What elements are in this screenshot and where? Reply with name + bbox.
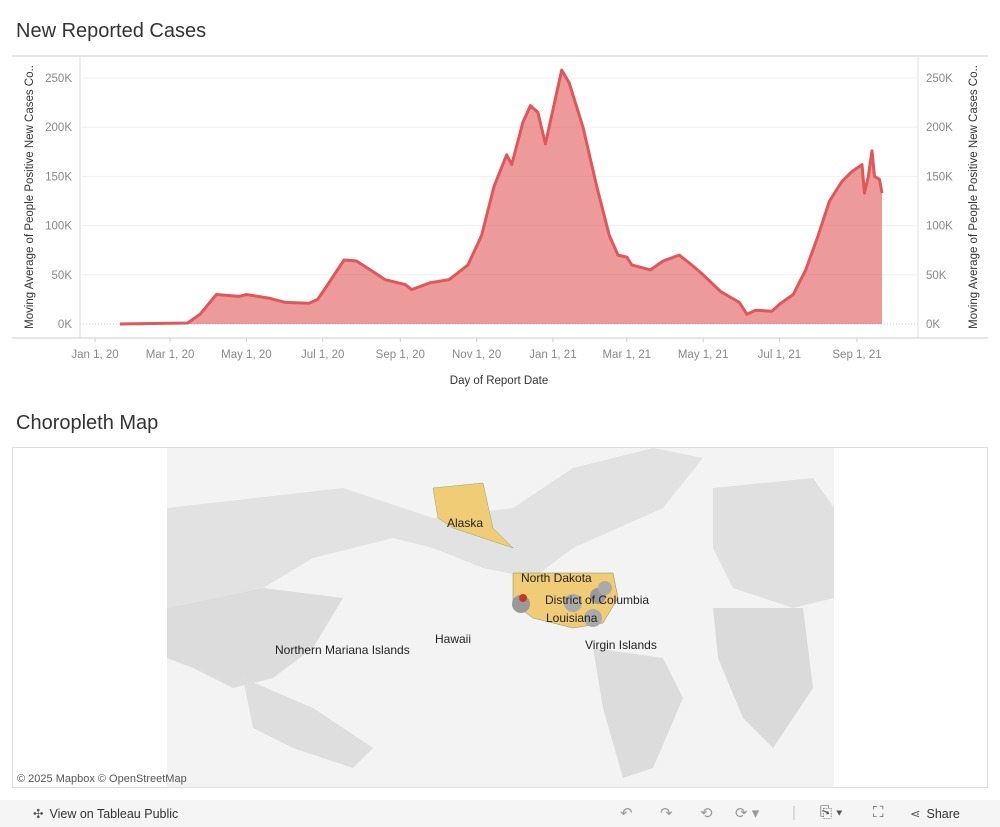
map-label-north-dakota[interactable]: North Dakota bbox=[521, 571, 592, 585]
x-tick-label: Nov 1, 20 bbox=[452, 349, 501, 361]
map-label-district-of-columbia[interactable]: District of Columbia bbox=[545, 593, 649, 607]
x-tick-label: Jul 1, 21 bbox=[758, 349, 801, 361]
revert-icon[interactable]: ⟲ bbox=[700, 804, 713, 822]
y-tick-label-right: 100K bbox=[926, 221, 953, 233]
y-tick-label-right: 0K bbox=[926, 319, 940, 331]
area-fill bbox=[120, 70, 883, 324]
view-on-tableau-label: View on Tableau Public bbox=[49, 806, 179, 821]
x-tick-label: May 1, 21 bbox=[678, 349, 729, 361]
x-tick-label: Jan 1, 20 bbox=[71, 349, 118, 361]
map-label-northern-mariana-islands[interactable]: Northern Mariana Islands bbox=[275, 643, 410, 657]
x-tick-label: Jan 1, 21 bbox=[529, 349, 576, 361]
undo-icon[interactable]: ↶ bbox=[620, 804, 633, 822]
x-tick-label: Jul 1, 20 bbox=[301, 349, 344, 361]
map-title: Choropleth Map bbox=[16, 412, 159, 434]
choropleth-map[interactable]: Alaska North Dakota District of Columbia… bbox=[12, 447, 988, 788]
tableau-logo-icon: ✣ bbox=[33, 807, 44, 821]
y-tick-label-right: 150K bbox=[926, 171, 953, 183]
x-axis-title: Day of Report Date bbox=[450, 375, 548, 387]
toolbar: ✣ View on Tableau Public ↶ ↷ ⟲ ⟳ ▾ | ⎘ ▾… bbox=[0, 800, 1000, 827]
y-tick-label-left: 200K bbox=[45, 122, 72, 134]
y-tick-label-right: 50K bbox=[926, 270, 947, 282]
world-basemap bbox=[167, 448, 834, 787]
map-label-hawaii[interactable]: Hawaii bbox=[435, 632, 471, 646]
fullscreen-icon[interactable]: ⛶ bbox=[873, 804, 884, 821]
share-label: Share bbox=[926, 806, 960, 821]
x-tick-label: Sep 1, 21 bbox=[832, 349, 881, 361]
map-label-virgin-islands[interactable]: Virgin Islands bbox=[585, 638, 657, 652]
y-tick-label-right: 250K bbox=[926, 73, 953, 85]
y-tick-label-left: 50K bbox=[52, 270, 73, 282]
y-tick-label-left: 0K bbox=[58, 319, 72, 331]
map-credit[interactable]: © 2025 Mapbox © OpenStreetMap bbox=[17, 773, 187, 785]
view-on-tableau-button[interactable]: ✣ View on Tableau Public bbox=[33, 806, 179, 822]
y-tick-label-left: 100K bbox=[45, 221, 72, 233]
refresh-icon[interactable]: ⟳ ▾ bbox=[735, 804, 759, 822]
share-icon: ⋖ bbox=[910, 807, 921, 821]
cases-area-chart[interactable]: 0K 0K 50K 50K 100K 100K 150K 150K 200K 200K 250K 25… bbox=[0, 50, 1000, 395]
x-tick-label: Sep 1, 20 bbox=[376, 349, 425, 361]
x-tick-label: Mar 1, 21 bbox=[602, 349, 651, 361]
y-tick-label-right: 200K bbox=[926, 122, 953, 134]
x-tick-label: Mar 1, 20 bbox=[146, 349, 195, 361]
y-axis-title-left: Moving Average of People Positive New Ca… bbox=[24, 65, 36, 329]
redo-icon[interactable]: ↷ bbox=[660, 804, 673, 822]
x-tick-label: May 1, 20 bbox=[221, 349, 272, 361]
download-icon[interactable]: ⎘ ▾ bbox=[820, 804, 842, 821]
y-axis-title-right: Moving Average of People Positive New Ca… bbox=[968, 65, 980, 329]
map-label-louisiana[interactable]: Louisiana bbox=[546, 611, 597, 625]
divider: | bbox=[792, 804, 796, 821]
map-label-alaska[interactable]: Alaska bbox=[447, 516, 483, 530]
y-tick-label-left: 150K bbox=[45, 171, 72, 183]
chart-title: New Reported Cases bbox=[16, 20, 207, 42]
y-tick-label-left: 250K bbox=[45, 73, 72, 85]
share-button[interactable]: ⋖ Share bbox=[910, 806, 960, 822]
